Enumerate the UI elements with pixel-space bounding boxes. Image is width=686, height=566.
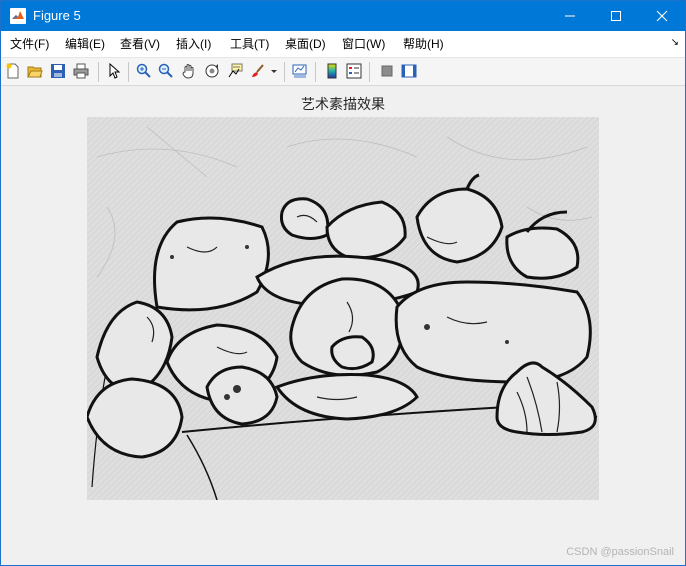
sketch-drawing [87,117,599,500]
menu-overflow-arrow-icon[interactable]: ↘ [671,37,679,48]
brush-icon[interactable] [249,62,267,80]
menu-help[interactable]: 帮助(H) [401,31,446,57]
link-plot-icon[interactable] [291,62,309,80]
minimize-button[interactable] [547,1,593,31]
menu-desktop[interactable]: 桌面(D) [283,31,328,57]
figure-canvas[interactable]: 艺术素描效果 CSDN @passionSnail [1,86,685,565]
toolbar-separator [128,62,129,82]
hide-plot-tools-icon[interactable] [378,62,396,80]
show-plot-tools-icon[interactable] [400,62,418,80]
zoom-in-icon[interactable] [135,62,153,80]
new-figure-icon[interactable] [4,62,22,80]
legend-icon[interactable] [345,62,363,80]
maximize-icon [611,11,621,21]
toolbar-separator [98,62,99,82]
menu-insert[interactable]: 插入(I) [174,31,213,57]
title-bar[interactable]: Figure 5 [1,1,685,31]
menu-bar: 文件(F) 编辑(E) 查看(V) 插入(I) 工具(T) 桌面(D) 窗口(W… [1,31,685,58]
matlab-logo-icon [10,8,26,24]
window-title: Figure 5 [33,8,81,23]
menu-window[interactable]: 窗口(W) [340,31,387,57]
axes-title: 艺术素描效果 [301,97,385,113]
close-button[interactable] [639,1,685,31]
colorbar-icon[interactable] [323,62,341,80]
zoom-out-icon[interactable] [157,62,175,80]
pepper-sketch-image [87,117,599,500]
figure-toolbar [1,58,685,86]
rotate-3d-icon[interactable] [203,62,221,80]
menu-tools[interactable]: 工具(T) [228,31,271,57]
open-file-icon[interactable] [26,62,44,80]
brush-dropdown-chevron-down-icon[interactable] [269,62,279,80]
watermark: CSDN @passionSnail [566,546,674,558]
print-icon[interactable] [72,62,90,80]
menu-file[interactable]: 文件(F) [8,31,51,57]
toolbar-separator [315,62,316,82]
toolbar-separator [369,62,370,82]
minimize-icon [565,15,575,17]
menu-view[interactable]: 查看(V) [118,31,162,57]
maximize-button[interactable] [593,1,639,31]
menu-edit[interactable]: 编辑(E) [63,31,107,57]
toolbar-separator [284,62,285,82]
pan-icon[interactable] [180,62,198,80]
close-icon [656,10,668,22]
save-icon[interactable] [49,62,67,80]
pointer-icon[interactable] [105,62,123,80]
figure-window: Figure 5 文件(F) 编辑(E) 查看(V) 插入(I) 工具(T) 桌… [0,0,686,566]
data-cursor-icon[interactable] [226,62,244,80]
